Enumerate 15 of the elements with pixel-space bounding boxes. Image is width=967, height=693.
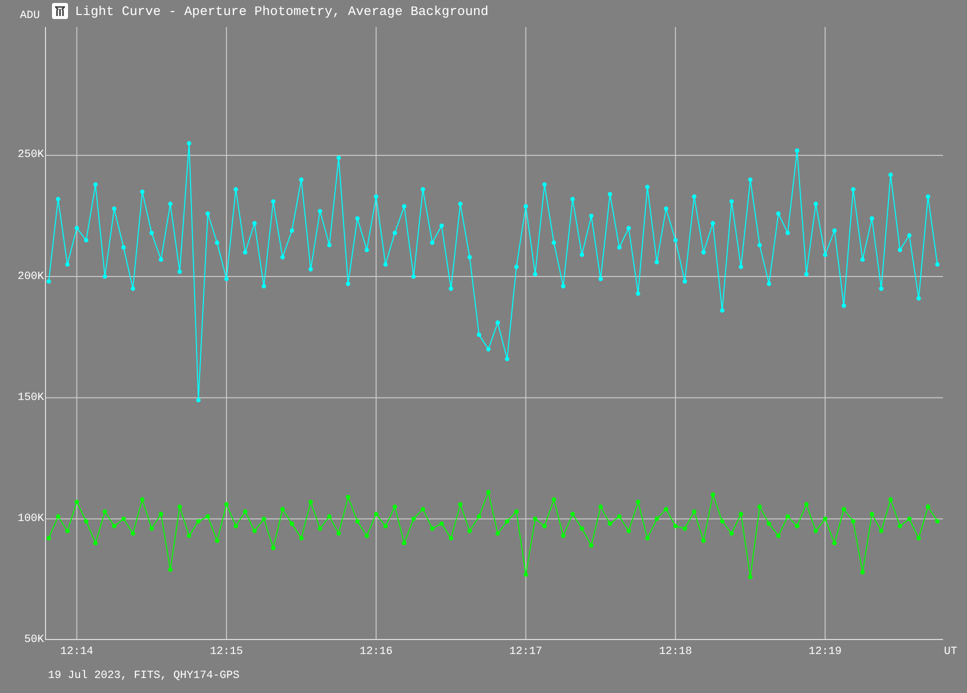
y-axis-label: ADU bbox=[20, 10, 40, 22]
y-tick-label: 100K bbox=[16, 512, 44, 525]
y-tick-label: 50K bbox=[23, 634, 44, 646]
window-title: Light Curve - Aperture Photometry, Average Background bbox=[75, 4, 488, 19]
footer-info: 19 Jul 2023, FITS, QHY174-GPS bbox=[48, 670, 240, 682]
x-tick-label: 12:16 bbox=[358, 646, 394, 658]
y-tick-label: 250K bbox=[16, 149, 44, 162]
x-axis-label: UT bbox=[944, 646, 958, 658]
x-tick-label: 12:15 bbox=[208, 646, 244, 658]
x-tick-label: 12:19 bbox=[808, 646, 843, 658]
y-tick-label: 200K bbox=[16, 270, 44, 283]
x-tick-label: 12:17 bbox=[508, 646, 544, 658]
x-tick-label: 12:18 bbox=[658, 646, 693, 658]
x-tick-label: 12:14 bbox=[59, 646, 94, 658]
y-tick-label: 150K bbox=[16, 392, 44, 404]
